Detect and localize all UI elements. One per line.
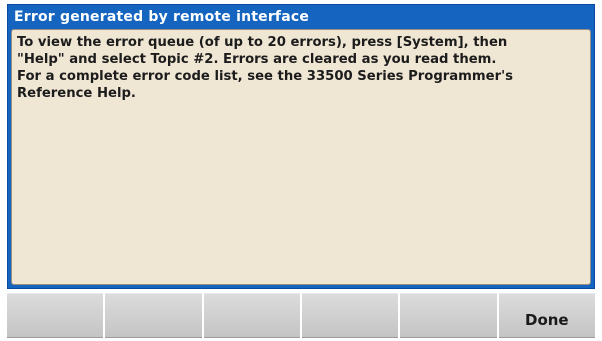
softkey-3[interactable] (203, 293, 300, 338)
softkey-bar: Done (7, 293, 595, 338)
softkey-5[interactable] (400, 293, 497, 338)
softkey-1[interactable] (7, 293, 104, 338)
softkey-2[interactable] (105, 293, 202, 338)
message-line-2: "Help" and select Topic #2. Errors are c… (17, 52, 497, 67)
instrument-screen: Error generated by remote interface To v… (0, 0, 602, 341)
softkey-4[interactable] (301, 293, 399, 338)
error-dialog: Error generated by remote interface To v… (7, 4, 595, 289)
dialog-title: Error generated by remote interface (14, 9, 310, 25)
message-line-1: To view the error queue (of up to 20 err… (17, 35, 508, 50)
message-line-3: For a complete error code list, see the … (17, 69, 513, 84)
dialog-message: To view the error queue (of up to 20 err… (11, 29, 591, 285)
message-line-4: Reference Help. (17, 86, 136, 101)
done-button[interactable]: Done (498, 293, 595, 338)
